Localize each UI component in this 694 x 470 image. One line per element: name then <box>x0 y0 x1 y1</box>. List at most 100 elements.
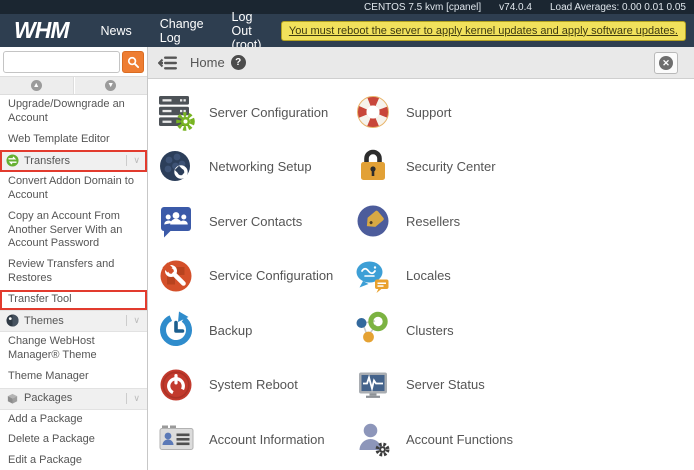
packages-icon <box>6 392 19 405</box>
close-button[interactable]: ✕ <box>654 51 678 74</box>
feature-server-configuration[interactable]: Server Configuration <box>156 85 353 140</box>
feature-locales[interactable]: Locales <box>353 249 694 304</box>
sidebar-section-packages[interactable]: Packages ∨ <box>0 387 147 410</box>
help-icon[interactable]: ? <box>230 55 246 70</box>
collapse-sidebar-icon[interactable] <box>158 56 178 70</box>
sidebar-item-label: Web Template Editor <box>8 132 110 145</box>
sidebar-item-change-webhost-manager-theme[interactable]: Change WebHost Manager® Theme <box>0 332 147 367</box>
feature-label: Backup <box>209 322 253 338</box>
feature-label: Networking Setup <box>209 159 312 175</box>
search-input[interactable] <box>3 51 120 73</box>
sidebar-item-label: Add a Package <box>8 412 83 425</box>
sidebar-item-review-transfers-and-restores[interactable]: Review Transfers and Restores <box>0 255 147 290</box>
nav-item-log-out[interactable]: Log Out (root) <box>232 10 267 52</box>
feature-label: Security Center <box>406 159 496 175</box>
sidebar-item-copy-an-account-from-another-server-with-an-account-password[interactable]: Copy an Account From Another Server With… <box>0 207 147 255</box>
sidebar-menu: Upgrade/Downgrade an Account Web Template… <box>0 95 147 470</box>
search-button[interactable] <box>122 51 144 73</box>
feature-networking-setup[interactable]: Networking Setup <box>156 140 353 195</box>
feature-resellers[interactable]: Resellers <box>353 194 694 249</box>
server-configuration-icon <box>156 92 196 132</box>
sidebar-item-label: Delete a Package <box>8 433 95 446</box>
sidebar-item-label: Review Transfers and Restores <box>8 258 115 284</box>
feature-label: Service Configuration <box>209 268 334 284</box>
feature-server-contacts[interactable]: Server Contacts <box>156 194 353 249</box>
sidebar-item-label: Transfer Tool <box>8 292 72 305</box>
feature-label: Server Contacts <box>209 213 303 229</box>
sidebar-scroll-controls: ▲ ▼ <box>0 76 147 95</box>
feature-label: Account Functions <box>406 431 513 447</box>
system-info-bar: CENTOS 7.5 kvm [cpanel] v74.0.4 Load Ave… <box>0 0 694 14</box>
sidebar-section-themes[interactable]: Themes ∨ <box>0 310 147 333</box>
feature-label: Clusters <box>406 322 454 338</box>
account-information-icon <box>156 419 196 459</box>
sidebar-item-add-a-package[interactable]: Add a Package <box>0 410 147 431</box>
chevron-down-icon[interactable]: ∨ <box>126 155 143 167</box>
account-functions-icon <box>353 419 393 459</box>
resellers-icon <box>353 201 393 241</box>
sidebar-item-label: Edit a Package <box>8 454 82 466</box>
nav-item-news[interactable]: News <box>100 24 131 38</box>
main-nav-bar: WHM News Change Log Log Out (root) You m… <box>0 10 694 52</box>
feature-security-center[interactable]: Security Center <box>353 140 694 195</box>
load-averages: Load Averages: 0.00 0.01 0.05 <box>549 1 686 13</box>
sidebar-item-label: Change WebHost Manager® Theme <box>8 335 97 361</box>
feature-label: System Reboot <box>209 377 298 393</box>
sidebar-search-row <box>0 47 147 76</box>
backup-icon <box>156 310 196 350</box>
feature-label: Server Status <box>406 377 485 393</box>
main-panel: Home ? ✕ Server Configuration Support Netw… <box>148 47 694 470</box>
breadcrumb: Home ? ✕ <box>148 47 694 79</box>
chevron-down-icon[interactable]: ∨ <box>126 392 143 404</box>
networking-setup-icon <box>156 147 196 187</box>
server-status-icon <box>353 365 393 405</box>
sidebar-item-delete-a-package[interactable]: Delete a Package <box>0 430 147 451</box>
content-area: ▲ ▼ Upgrade/Downgrade an Account Web Temp… <box>0 47 694 470</box>
feature-support[interactable]: Support <box>353 85 694 140</box>
feature-account-information[interactable]: Account Information <box>156 412 353 467</box>
main-grid: Server Configuration Support Networking Se… <box>148 79 694 470</box>
chevron-down-icon: ▼ <box>105 80 117 91</box>
scroll-down-button[interactable]: ▼ <box>74 77 147 94</box>
feature-system-reboot[interactable]: System Reboot <box>156 358 353 413</box>
whm-logo[interactable]: WHM <box>14 17 69 44</box>
feature-label: Server Configuration <box>209 104 329 120</box>
sidebar-section-transfers[interactable]: Transfers ∨ <box>0 150 147 173</box>
system-reboot-icon <box>156 365 196 405</box>
sidebar-section-label: Packages <box>24 392 73 404</box>
service-configuration-icon <box>156 256 196 296</box>
sidebar-item-label: Upgrade/Downgrade an Account <box>8 98 125 124</box>
sidebar-section-label: Transfers <box>24 154 71 167</box>
sidebar-item-theme-manager[interactable]: Theme Manager <box>0 367 147 388</box>
whm-version: v74.0.4 <box>499 1 532 13</box>
themes-icon <box>6 314 19 327</box>
locales-icon <box>353 256 393 296</box>
sidebar-item-transfer-tool[interactable]: Transfer Tool <box>0 289 147 311</box>
scroll-up-button[interactable]: ▲ <box>0 77 74 94</box>
breadcrumb-home[interactable]: Home <box>190 55 225 70</box>
feature-label: Locales <box>406 268 451 284</box>
sidebar-item-label: Convert Addon Domain to Account <box>8 175 134 201</box>
support-icon <box>353 92 393 132</box>
reboot-notice-banner[interactable]: You must reboot the server to apply kern… <box>280 20 686 41</box>
sidebar-item-convert-addon-domain-to-account[interactable]: Convert Addon Domain to Account <box>0 172 147 207</box>
sidebar-item-label: Copy an Account From Another Server With… <box>8 209 123 250</box>
chevron-down-icon[interactable]: ∨ <box>126 315 143 327</box>
feature-label: Resellers <box>406 213 461 229</box>
feature-label: Support <box>406 104 452 120</box>
feature-clusters[interactable]: Clusters <box>353 303 694 358</box>
chevron-up-icon: ▲ <box>30 80 42 91</box>
feature-account-functions[interactable]: Account Functions <box>353 412 694 467</box>
sidebar-item-web-template-editor[interactable]: Web Template Editor <box>0 130 147 151</box>
security-center-icon <box>353 147 393 187</box>
feature-service-configuration[interactable]: Service Configuration <box>156 249 353 304</box>
server-contacts-icon <box>156 201 196 241</box>
feature-server-status[interactable]: Server Status <box>353 358 694 413</box>
search-icon <box>127 56 140 69</box>
feature-backup[interactable]: Backup <box>156 303 353 358</box>
nav-item-change-log[interactable]: Change Log <box>160 17 204 45</box>
sidebar-item-edit-a-package[interactable]: Edit a Package <box>0 451 147 470</box>
sidebar-item-label: Theme Manager <box>8 369 89 382</box>
transfers-icon <box>6 154 19 167</box>
sidebar-item-upgrade-downgrade-an-account[interactable]: Upgrade/Downgrade an Account <box>0 95 147 130</box>
